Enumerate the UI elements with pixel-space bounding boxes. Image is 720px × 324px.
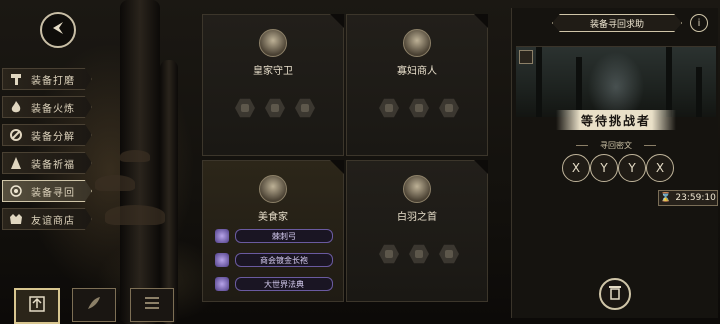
nav-item-label: 装备打磨	[31, 75, 75, 87]
nav-item-prayer[interactable]: 装备祈福	[2, 152, 92, 174]
npc-name: 皇家守卫	[253, 66, 293, 77]
nav-item-label: 装备火炼	[31, 103, 75, 115]
npc-name: 寡妇商人	[397, 66, 437, 77]
info-button[interactable]: i	[690, 14, 708, 32]
flame-icon	[7, 98, 25, 116]
white-feather-portrait	[403, 175, 431, 203]
robe-icon	[215, 253, 229, 267]
equip-slot-accessory[interactable]	[295, 98, 315, 118]
rune-icon: X	[646, 154, 674, 182]
countdown-timer: ⌛ 23:59:10	[658, 190, 718, 206]
equip-slot-weapon[interactable]	[379, 244, 399, 264]
equip-item-label: 商会镀金长袍	[235, 253, 333, 267]
nav-item-label: 友谊商店	[31, 215, 75, 227]
feather-icon	[85, 294, 103, 316]
equip-slot-accessory[interactable]	[439, 244, 459, 264]
stage-map-icon	[519, 50, 533, 64]
stage-image	[516, 46, 716, 117]
equip-item-label: 棘刺弓	[235, 229, 333, 243]
nav-item-disassemble[interactable]: 装备分解	[2, 124, 92, 146]
rune-icon: X	[562, 154, 590, 182]
timer-value: 23:59:10	[675, 193, 716, 203]
nav-item-fire[interactable]: 装备火炼	[2, 96, 92, 118]
arrow-left-icon	[49, 19, 67, 41]
royal-guard-portrait	[259, 29, 287, 57]
widow-merchant-portrait	[403, 29, 431, 57]
hourglass-icon: ⌛	[660, 193, 672, 203]
delete-button[interactable]	[599, 278, 631, 310]
runes-title: 寻回密文	[576, 140, 656, 151]
npc-name: 美食家	[258, 212, 288, 223]
feather-tab-button[interactable]	[72, 288, 116, 322]
rune-icon: Y	[590, 154, 618, 182]
equip-slot-accessory[interactable]	[439, 98, 459, 118]
npc-card-royal-guard[interactable]: 皇家守卫	[202, 14, 344, 156]
equip-slot-weapon[interactable]	[235, 98, 255, 118]
rune-icon: Y	[618, 154, 646, 182]
disassemble-icon	[7, 126, 25, 144]
nav-item-label: 装备祈福	[31, 159, 75, 171]
equip-item-label: 大世界法典	[235, 277, 333, 291]
npc-name: 白羽之首	[397, 212, 437, 223]
equip-slot-armor[interactable]	[265, 98, 285, 118]
npc-card-gourmet[interactable]: 美食家 棘刺弓 商会镀金长袍 大世界法典	[202, 160, 344, 302]
retrieve-icon	[7, 182, 25, 200]
prayer-icon	[7, 154, 25, 172]
npc-card-white-feather[interactable]: 白羽之首	[346, 160, 488, 302]
nav-item-polish[interactable]: 装备打磨	[2, 68, 92, 90]
hammer-icon	[7, 70, 25, 88]
nav-item-shop[interactable]: 友谊商店	[2, 208, 92, 230]
retrieve-help-panel: 装备寻回求助 i 等待挑战者 寻回密文 X Y Y X ⌛ 23:59:10	[511, 8, 718, 318]
upload-icon	[28, 295, 46, 317]
back-button[interactable]	[40, 12, 76, 48]
nav-item-label: 装备分解	[31, 131, 75, 143]
upload-tab-button[interactable]	[14, 288, 60, 324]
list-tab-button[interactable]	[130, 288, 174, 322]
equip-slot-armor[interactable]	[409, 244, 429, 264]
list-icon	[143, 294, 161, 316]
nav-item-retrieve[interactable]: 装备寻回	[2, 180, 92, 202]
bow-icon	[215, 229, 229, 243]
equip-slot-armor[interactable]	[409, 98, 429, 118]
challenger-status: 等待挑战者	[556, 110, 676, 130]
npc-card-widow-merchant[interactable]: 寡妇商人	[346, 14, 488, 156]
equip-item[interactable]: 大世界法典	[215, 277, 333, 291]
codex-icon	[215, 277, 229, 291]
nav-item-label: 装备寻回	[31, 187, 75, 199]
gourmet-portrait	[259, 175, 287, 203]
trash-icon	[608, 284, 622, 304]
shop-icon	[7, 210, 25, 228]
panel-title: 装备寻回求助	[552, 14, 682, 32]
equip-item[interactable]: 棘刺弓	[215, 229, 333, 243]
equip-item[interactable]: 商会镀金长袍	[215, 253, 333, 267]
equip-slot-weapon[interactable]	[379, 98, 399, 118]
